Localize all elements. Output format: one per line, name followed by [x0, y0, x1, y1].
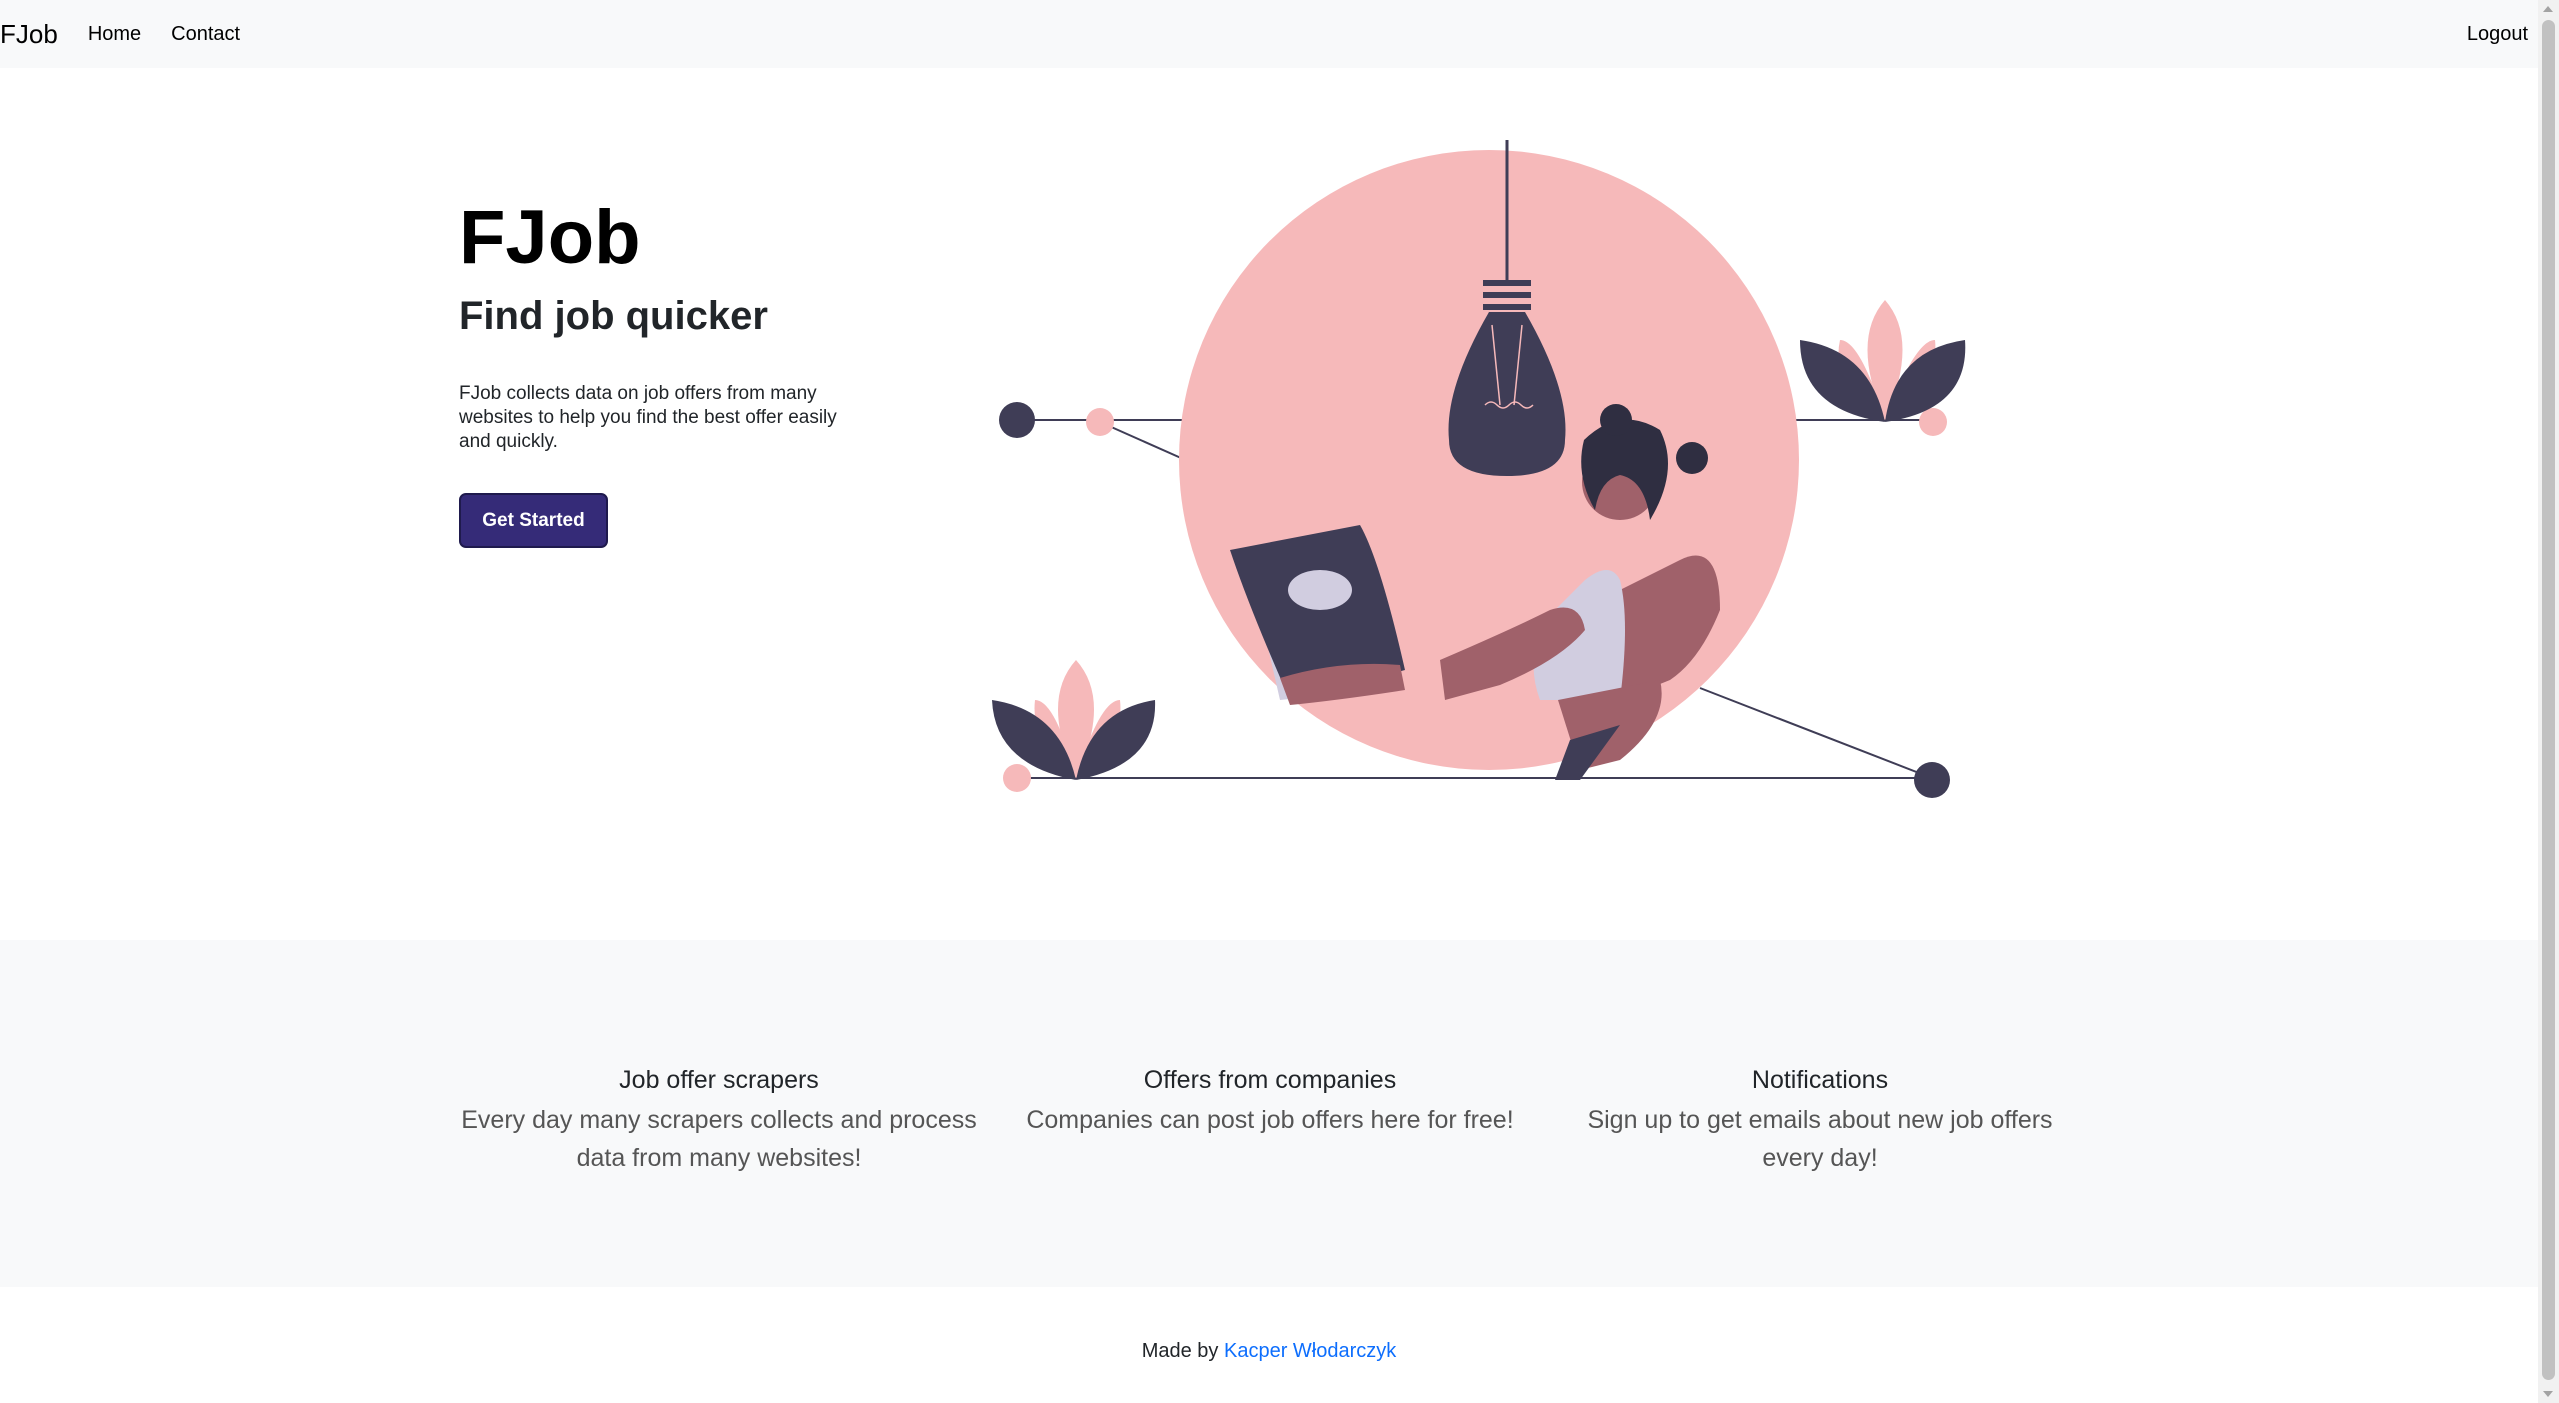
footer-prefix: Made by [1141, 1340, 1224, 1362]
footer: Made by Kacper Włodarczyk [0, 1340, 2538, 1363]
nav-link-contact[interactable]: Contact [171, 23, 240, 46]
scroll-down-icon[interactable] [2543, 1391, 2553, 1397]
author-link[interactable]: Kacper Włodarczyk [1224, 1340, 1396, 1362]
top-navbar: FJob Home Contact Logout [0, 0, 2538, 68]
feature-title: Job offer scrapers [619, 1066, 819, 1094]
feature-card-companies: Offers from companies Companies can post… [1010, 1064, 1530, 1139]
feature-card-scrapers: Job offer scrapers Every day many scrape… [459, 1064, 979, 1177]
scroll-up-icon[interactable] [2543, 6, 2553, 12]
hero-subtitle: Find job quicker [459, 294, 768, 338]
feature-card-notifications: Notifications Sign up to get emails abou… [1560, 1064, 2080, 1177]
feature-text: Companies can post job offers here for f… [1026, 1105, 1514, 1134]
logout-link[interactable]: Logout [2467, 23, 2528, 46]
get-started-button[interactable]: Get Started [459, 493, 608, 548]
feature-text: Every day many scrapers collects and pro… [461, 1105, 977, 1172]
nav-link-home[interactable]: Home [88, 23, 141, 46]
hero-title: FJob [459, 195, 641, 280]
feature-text: Sign up to get emails about new job offe… [1587, 1105, 2053, 1172]
scrollbar-thumb[interactable] [2542, 20, 2555, 1380]
feature-title: Notifications [1751, 1066, 1889, 1094]
feature-title: Offers from companies [1143, 1066, 1397, 1094]
reading-woman-illustration [992, 140, 1966, 798]
hero-description: FJob collects data on job offers from ma… [459, 383, 837, 452]
vertical-scrollbar[interactable] [2538, 0, 2559, 1403]
navbar-brand[interactable]: FJob [0, 19, 58, 50]
features-section: Job offer scrapers Every day many scrape… [0, 940, 2538, 1287]
